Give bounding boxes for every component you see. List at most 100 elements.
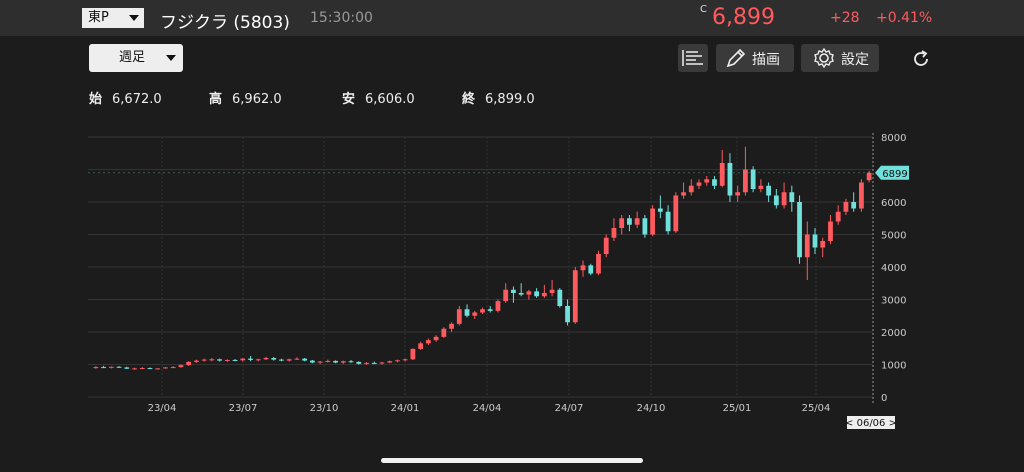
candle-body xyxy=(611,228,617,238)
candle-body xyxy=(657,208,663,212)
candle-body xyxy=(317,361,323,363)
candle-body xyxy=(843,202,849,212)
date-nav-label: < 06/06 > xyxy=(845,418,897,429)
candle-body xyxy=(549,289,555,293)
candle-body xyxy=(534,291,540,297)
candle-body xyxy=(248,358,253,360)
candlestick-chart[interactable]: 01000200030004000500060007000800023/0423… xyxy=(0,0,1024,440)
candle-body xyxy=(402,359,408,361)
candle-body xyxy=(201,359,207,361)
y-tick-label: 5000 xyxy=(881,231,906,242)
candle-body xyxy=(93,367,99,369)
candle-body xyxy=(263,358,269,360)
candle-body xyxy=(797,202,802,258)
x-tick-label: 24/10 xyxy=(637,403,666,414)
x-tick-label: 24/04 xyxy=(473,403,502,414)
candle-body xyxy=(773,195,779,206)
y-tick-label: 8000 xyxy=(881,133,906,144)
candle-body xyxy=(217,359,222,361)
candle-body xyxy=(348,361,354,363)
candle-body xyxy=(735,192,741,196)
x-tick-label: 23/04 xyxy=(148,403,177,414)
candle-body xyxy=(758,185,764,189)
candle-body xyxy=(712,179,717,186)
y-tick-label: 4000 xyxy=(881,263,906,274)
candle-body xyxy=(224,359,230,361)
candle-body xyxy=(147,368,153,370)
candle-body xyxy=(828,221,833,241)
x-tick-label: 25/01 xyxy=(723,403,752,414)
candle-body xyxy=(255,359,261,361)
candle-body xyxy=(681,192,686,196)
candle-body xyxy=(820,241,826,248)
candle-body xyxy=(541,293,547,297)
candle-body xyxy=(487,309,493,311)
candle-body xyxy=(418,343,424,349)
candle-body xyxy=(642,218,648,235)
candle-body xyxy=(101,367,106,369)
candle-body xyxy=(503,289,509,302)
candle-body xyxy=(866,172,872,181)
candle-body xyxy=(155,368,161,370)
candle-body xyxy=(565,306,570,323)
candle-body xyxy=(178,365,184,368)
candle-body xyxy=(364,362,369,364)
candle-body xyxy=(116,366,122,368)
candle-body xyxy=(132,368,137,370)
candle-body xyxy=(673,195,679,232)
candle-body xyxy=(186,361,192,366)
candle-body xyxy=(851,202,857,209)
candle-body xyxy=(495,301,501,311)
candle-body xyxy=(572,270,578,323)
candle-body xyxy=(271,358,277,360)
candle-body xyxy=(139,368,145,370)
candle-body xyxy=(789,192,795,202)
candle-body xyxy=(518,293,524,295)
candle-body xyxy=(425,340,431,344)
candle-body xyxy=(325,360,331,362)
candle-body xyxy=(704,179,710,183)
candle-body xyxy=(627,218,632,225)
candle-body xyxy=(766,185,772,196)
candle-body xyxy=(557,289,563,306)
candle-body xyxy=(193,360,199,362)
candle-body xyxy=(464,309,470,316)
candle-body xyxy=(588,265,594,274)
x-tick-label: 25/04 xyxy=(802,403,831,414)
candle-body xyxy=(449,323,454,329)
candle-body xyxy=(309,360,315,363)
candle-body xyxy=(727,163,733,196)
candle-body xyxy=(859,182,864,209)
candle-body xyxy=(333,360,338,363)
candle-body xyxy=(356,361,362,364)
candle-body xyxy=(209,359,215,361)
home-indicator[interactable] xyxy=(381,458,643,463)
candle-body xyxy=(163,367,168,369)
y-tick-label: 3000 xyxy=(881,296,906,307)
candle-body xyxy=(232,359,238,361)
candle-body xyxy=(379,362,385,364)
candle-body xyxy=(240,358,246,361)
candle-body xyxy=(294,358,300,360)
candle-body xyxy=(603,237,609,254)
candle-body xyxy=(619,218,625,228)
candle-body xyxy=(634,218,640,225)
x-tick-label: 23/10 xyxy=(310,403,339,414)
candle-body xyxy=(371,362,377,364)
candle-body xyxy=(781,192,787,206)
candle-body xyxy=(124,367,130,369)
candle-body xyxy=(526,291,532,295)
candle-body xyxy=(340,361,346,363)
x-tick-label: 23/07 xyxy=(229,403,258,414)
candle-body xyxy=(286,359,292,361)
candle-body xyxy=(456,309,462,324)
candle-body xyxy=(108,366,114,368)
y-tick-label: 1000 xyxy=(881,361,906,372)
candle-body xyxy=(511,289,516,293)
candle-body xyxy=(688,185,694,193)
candle-body xyxy=(580,265,586,271)
candle-body xyxy=(480,309,485,313)
candle-body xyxy=(170,367,176,369)
candle-body xyxy=(596,254,601,274)
candle-body xyxy=(472,312,478,316)
